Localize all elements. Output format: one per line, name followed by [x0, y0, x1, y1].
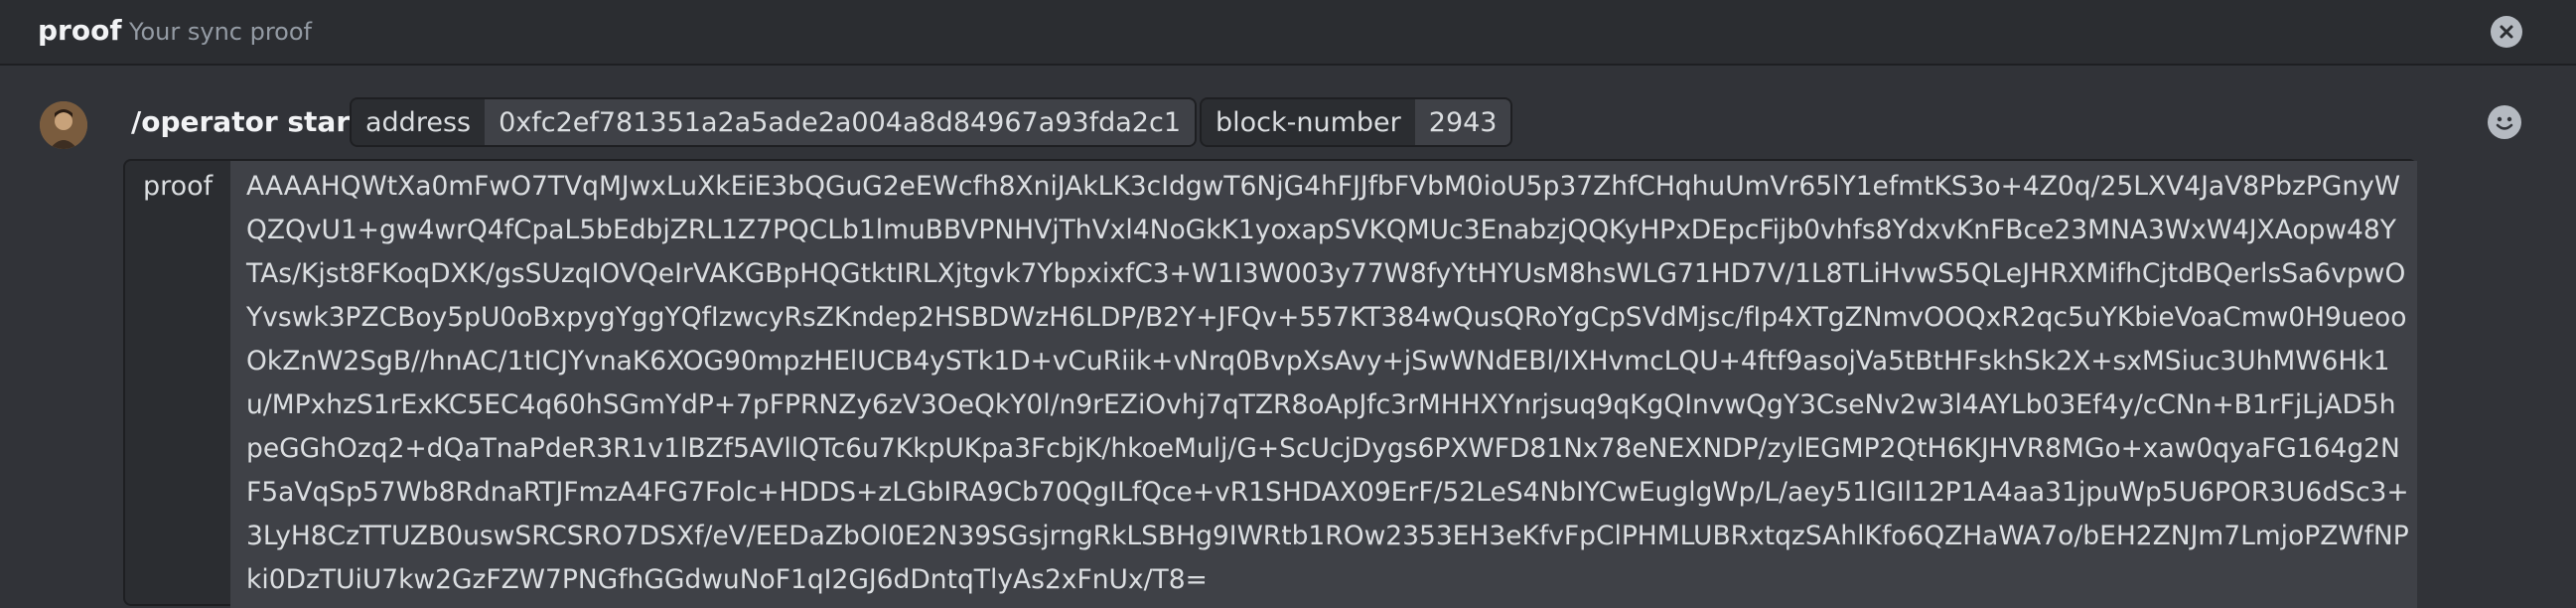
option-block-number-name: block-number	[1202, 99, 1415, 145]
option-block-number: block-number 2943	[1200, 97, 1513, 147]
option-block-number-value: 2943	[1414, 99, 1511, 145]
option-proof-name: proof	[143, 171, 214, 202]
option-proof-value: AAAAHQWtXa0mFwO7TVqMJwxLuXkEiE3bQGuG2eEW…	[230, 161, 2417, 608]
header-subtitle: Your sync proof	[129, 18, 312, 46]
option-address: address 0xfc2ef781351a2a5ade2a004a8d8496…	[350, 97, 1197, 147]
option-address-value: 0xfc2ef781351a2a5ade2a004a8d84967a93fda2…	[485, 99, 1195, 145]
command-name: /operator start	[131, 105, 363, 138]
avatar[interactable]	[40, 101, 87, 149]
modal-header: proof Your sync proof	[0, 0, 2576, 66]
option-proof: proof AAAAHQWtXa0mFwO7TVqMJwxLuXkEiE3bQG…	[123, 159, 2417, 608]
option-address-name: address	[352, 99, 486, 145]
header-title: proof	[38, 14, 122, 47]
emoji-smile-icon[interactable]	[2488, 105, 2521, 139]
close-icon[interactable]	[2491, 16, 2522, 48]
